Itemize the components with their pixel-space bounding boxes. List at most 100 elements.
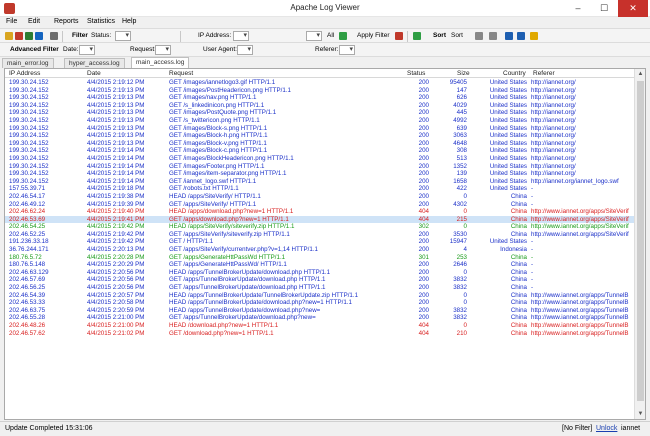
date-combo[interactable] xyxy=(79,45,95,55)
maximize-icon[interactable]: ☐ xyxy=(592,0,616,17)
cell-country: China xyxy=(510,329,527,337)
tab-hyper-access-log[interactable]: hyper_access.log xyxy=(64,58,125,68)
table-row[interactable]: 199.30.24.152 4/4/2015 2:19:13 PM GET /s_t… xyxy=(5,117,635,125)
save-icon[interactable] xyxy=(35,32,43,40)
cell-referer: - xyxy=(531,261,534,269)
auto-refresh-icon[interactable] xyxy=(517,32,525,40)
referer-combo[interactable] xyxy=(339,45,355,55)
col-status[interactable]: Status xyxy=(407,70,425,77)
table-row[interactable]: 202.46.57.69 4/4/2015 2:20:56 PM GET /apps… xyxy=(5,276,635,284)
cell-request: GET /apps/TunnelBrokerUpdate/download.ph… xyxy=(169,284,326,292)
table-row[interactable]: 202.46.49.12 4/4/2015 2:19:39 PM GET /apps… xyxy=(5,201,635,209)
table-row[interactable]: 199.30.24.152 4/4/2015 2:19:12 PM GET /ima… xyxy=(5,79,635,87)
copy-icon[interactable] xyxy=(50,32,58,40)
tab-main-access-log[interactable]: main_access.log xyxy=(131,57,190,68)
col-size[interactable]: Size xyxy=(457,70,470,77)
user-agent-combo[interactable] xyxy=(237,45,253,55)
all-label[interactable]: All xyxy=(327,32,334,39)
table-row[interactable]: 202.46.52.25 4/4/2015 2:19:42 PM GET /apps… xyxy=(5,231,635,239)
main-toolbar: Filter Status: IP Address: All Apply Fil… xyxy=(0,28,650,43)
table-row[interactable]: 199.30.24.152 4/4/2015 2:19:14 PM GET /ima… xyxy=(5,155,635,163)
table-row[interactable]: 36.76.244.171 4/4/2015 2:20:13 PM GET /app… xyxy=(5,246,635,254)
col-date[interactable]: Date xyxy=(87,70,101,77)
menu-statistics[interactable]: Statistics xyxy=(87,18,115,25)
table-row[interactable]: 202.46.53.69 4/4/2015 2:19:41 PM GET /apps… xyxy=(5,215,635,224)
minimize-icon[interactable]: – xyxy=(566,0,590,17)
cell-country: Indonesia xyxy=(500,246,527,254)
cell-ip: 199.30.24.152 xyxy=(9,177,49,185)
refresh-icon[interactable] xyxy=(505,32,513,40)
cell-date: 4/4/2015 2:21:00 PM xyxy=(87,322,145,329)
info-icon[interactable] xyxy=(530,32,538,40)
status-combo[interactable] xyxy=(115,31,131,41)
cell-ip: 199.30.24.152 xyxy=(9,132,49,140)
table-row[interactable]: 199.30.24.152 4/4/2015 2:19:13 PM GET /ima… xyxy=(5,109,635,117)
table-row[interactable]: 191.236.33.18 4/4/2015 2:19:42 PM GET / HT… xyxy=(5,238,635,246)
table-row[interactable]: 199.30.24.152 4/4/2015 2:19:14 PM GET /ima… xyxy=(5,147,635,155)
table-row[interactable]: 199.30.24.152 4/4/2015 2:19:13 PM GET /ima… xyxy=(5,140,635,148)
table-row[interactable]: 202.46.56.25 4/4/2015 2:20:56 PM GET /apps… xyxy=(5,284,635,292)
table-row[interactable]: 199.30.24.152 4/4/2015 2:19:13 PM GET /ima… xyxy=(5,87,635,95)
table-row[interactable]: 180.76.5.148 4/4/2015 2:20:29 PM GET /apps… xyxy=(5,261,635,269)
table-row[interactable]: 180.76.5.72 4/4/2015 2:20:28 PM GET /apps/… xyxy=(5,254,635,262)
col-request[interactable]: Request xyxy=(169,70,193,77)
table-row[interactable]: 157.55.39.71 4/4/2015 2:19:18 PM GET /robo… xyxy=(5,185,635,193)
col-country[interactable]: Country xyxy=(503,70,526,77)
table-row[interactable]: 199.30.24.152 4/4/2015 2:19:13 PM GET /ima… xyxy=(5,132,635,140)
table-row[interactable]: 202.46.53.33 4/4/2015 2:20:58 PM HEAD /app… xyxy=(5,299,635,307)
log-grid[interactable]: IP Address Date Request Status Size Coun… xyxy=(4,68,646,420)
table-row[interactable]: 202.46.62.24 4/4/2015 2:19:40 PM HEAD /app… xyxy=(5,208,635,216)
open-file-icon[interactable] xyxy=(5,32,13,40)
table-row[interactable]: 202.46.54.25 4/4/2015 2:19:42 PM HEAD /app… xyxy=(5,223,635,231)
menu-file[interactable]: File xyxy=(6,18,17,25)
cell-date: 4/4/2015 2:20:58 PM xyxy=(87,299,145,307)
table-row[interactable]: 199.30.24.152 4/4/2015 2:19:14 PM GET /ima… xyxy=(5,170,635,178)
table-row[interactable]: 202.46.63.75 4/4/2015 2:20:59 PM HEAD /app… xyxy=(5,307,635,315)
sort-combo[interactable]: Sort xyxy=(451,32,463,39)
cell-date: 4/4/2015 2:20:28 PM xyxy=(87,253,145,261)
table-row[interactable]: 199.30.24.152 4/4/2015 2:19:13 PM GET /s_l… xyxy=(5,102,635,110)
cell-size: 0 xyxy=(463,223,467,231)
menu-help[interactable]: Help xyxy=(122,18,136,25)
funnel-icon[interactable] xyxy=(339,32,347,40)
title-bar: Apache Log Viewer – ☐ ✕ xyxy=(0,0,650,17)
table-row[interactable]: 199.30.24.152 4/4/2015 2:19:13 PM GET /ima… xyxy=(5,94,635,102)
unlock-link[interactable]: Unlock xyxy=(596,425,617,432)
cell-country: China xyxy=(510,268,527,276)
col-referer[interactable]: Referer xyxy=(533,70,555,77)
cell-country: China xyxy=(510,230,527,238)
table-row[interactable]: 199.30.24.152 4/4/2015 2:19:13 PM GET /ima… xyxy=(5,125,635,133)
vertical-scrollbar[interactable]: ▲ ▼ xyxy=(634,69,645,419)
table-row[interactable]: 202.46.54.39 4/4/2015 2:20:57 PM HEAD /app… xyxy=(5,292,635,300)
cell-country: United States xyxy=(489,162,527,170)
sort-filter-icon[interactable] xyxy=(413,32,421,40)
col-ip-address[interactable]: IP Address xyxy=(9,70,40,77)
menu-reports[interactable]: Reports xyxy=(54,18,79,25)
request-combo[interactable] xyxy=(155,45,171,55)
clear-filter-icon[interactable] xyxy=(395,32,403,40)
table-row[interactable]: 202.46.63.129 4/4/2015 2:20:56 PM HEAD /ap… xyxy=(5,269,635,277)
excel-icon[interactable] xyxy=(25,32,33,40)
table-row[interactable]: 202.46.57.62 4/4/2015 2:21:02 PM GET /down… xyxy=(5,330,635,338)
table-row[interactable]: 199.30.24.152 4/4/2015 2:19:14 PM GET /ian… xyxy=(5,178,635,186)
pdf-icon[interactable] xyxy=(15,32,23,40)
cell-date: 4/4/2015 2:19:39 PM xyxy=(87,200,145,208)
table-row[interactable]: 202.46.54.17 4/4/2015 2:19:38 PM HEAD /app… xyxy=(5,193,635,201)
cell-size: 513 xyxy=(456,154,467,162)
table-row[interactable]: 199.30.24.152 4/4/2015 2:19:14 PM GET /ima… xyxy=(5,163,635,171)
sort-alt-icon[interactable] xyxy=(489,32,497,40)
scroll-down-icon[interactable]: ▼ xyxy=(635,409,645,419)
scroll-up-icon[interactable]: ▲ xyxy=(635,69,645,79)
menu-edit[interactable]: Edit xyxy=(28,18,40,25)
table-row[interactable]: 202.46.55.28 4/4/2015 2:21:00 PM GET /apps… xyxy=(5,314,635,322)
table-row[interactable]: 202.46.48.26 4/4/2015 2:21:00 PM HEAD /dow… xyxy=(5,322,635,330)
cell-date: 4/4/2015 2:19:42 PM xyxy=(87,223,145,231)
scroll-thumb[interactable] xyxy=(637,81,644,401)
apply-filter-button[interactable]: Apply Filter xyxy=(357,32,390,39)
calendar-combo[interactable] xyxy=(306,31,322,41)
ip-address-combo[interactable] xyxy=(233,31,249,41)
cell-date: 4/4/2015 2:19:13 PM xyxy=(87,101,145,109)
tab-main-error-log[interactable]: main_error.log xyxy=(2,58,54,68)
sort-direction-icon[interactable] xyxy=(475,32,483,40)
close-icon[interactable]: ✕ xyxy=(618,0,648,17)
